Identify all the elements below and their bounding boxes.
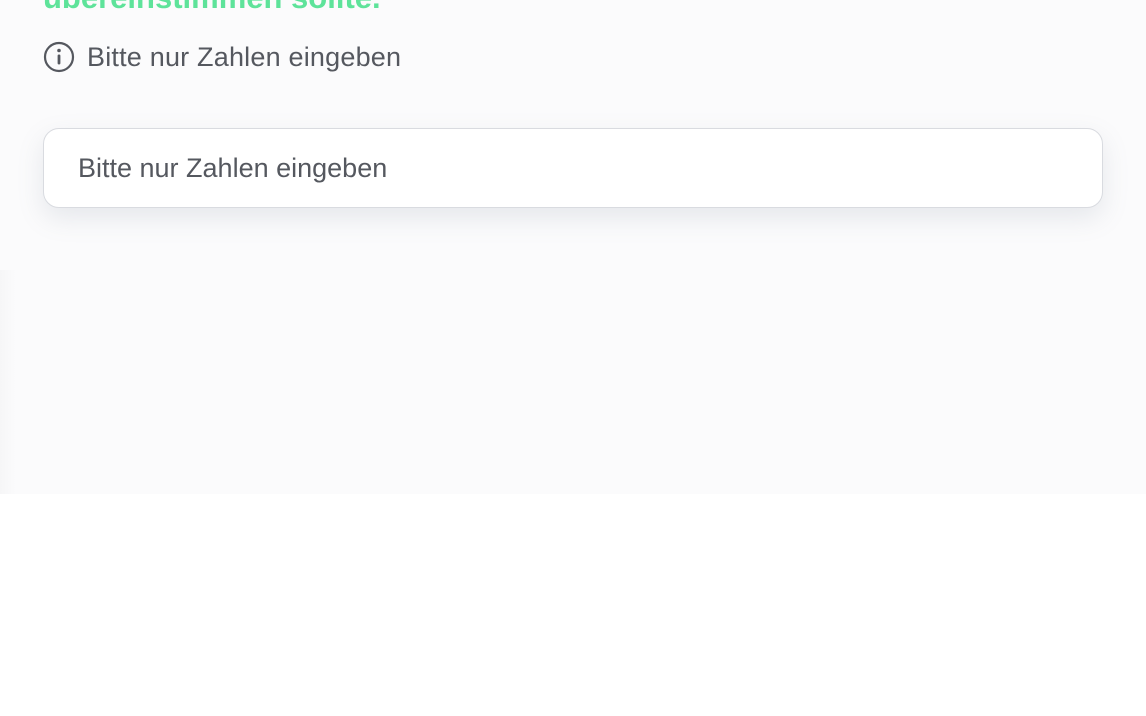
hint-text: Bitte nur Zahlen eingeben [87, 41, 402, 72]
input-hint: Bitte nur Zahlen eingeben [43, 40, 401, 74]
number-answer-input[interactable] [43, 128, 1103, 208]
question-card: übereinstimmen sollte. Bitte nur Zahlen … [0, 0, 1146, 494]
info-icon [43, 41, 75, 73]
card-shadow-edge [0, 270, 16, 494]
screen: übereinstimmen sollte. Bitte nur Zahlen … [0, 0, 1146, 716]
question-text: übereinstimmen sollte. [43, 0, 381, 15]
